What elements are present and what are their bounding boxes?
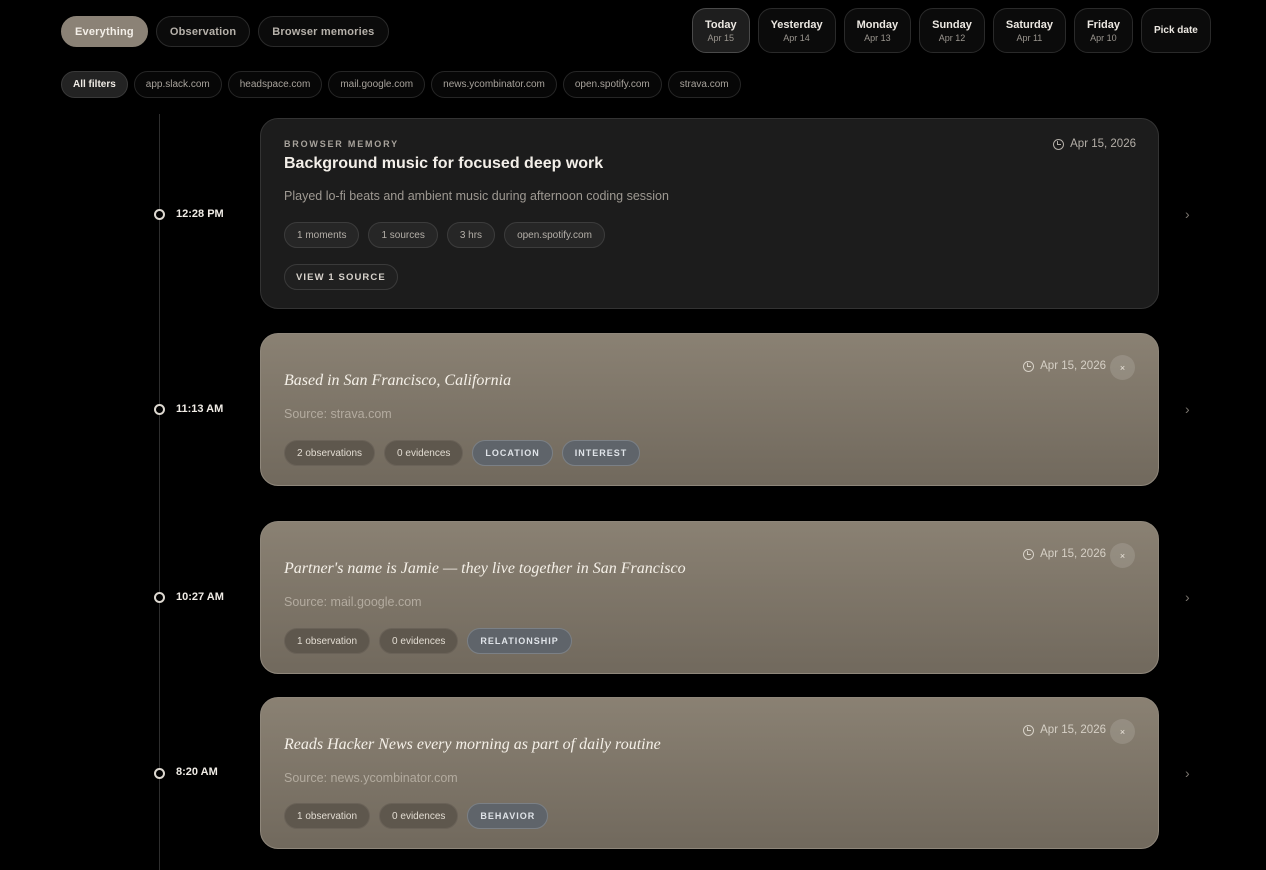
date-tab-day: Friday — [1086, 18, 1120, 31]
chip-domain: open.spotify.com — [504, 222, 605, 248]
filter-hacker-news[interactable]: news.ycombinator.com — [431, 71, 557, 98]
date-tab-date: Apr 12 — [938, 32, 966, 43]
card-title: Partner's name is Jamie — they live toge… — [284, 560, 686, 577]
date-tab-day: Saturday — [1005, 18, 1053, 31]
close-icon[interactable]: × — [1110, 719, 1135, 744]
card-date-text: Apr 15, 2026 — [1040, 548, 1106, 560]
clock-icon — [1023, 724, 1035, 736]
date-tab-day: Yesterday — [770, 18, 823, 31]
card-date: Apr 15, 2026 — [1023, 360, 1106, 372]
chip-evidences: 0 evidences — [379, 628, 459, 654]
filter-all[interactable]: All filters — [61, 71, 128, 98]
tab-browser-memories[interactable]: Browser memories — [258, 16, 389, 47]
date-tab-today[interactable]: Today Apr 15 — [692, 8, 750, 53]
domain-filters: All filters app.slack.com headspace.com … — [61, 71, 741, 98]
chip-observations: 2 observations — [284, 440, 376, 466]
date-tabs: Today Apr 15 Yesterday Apr 14 Monday Apr… — [692, 8, 1211, 53]
chip-sources: 1 sources — [368, 222, 438, 248]
observation-card[interactable]: Apr 15, 2026 × Partner's name is Jamie —… — [260, 521, 1159, 674]
chevron-right-icon[interactable]: › — [1185, 206, 1190, 222]
clock-icon — [1023, 548, 1035, 560]
card-title: Reads Hacker News every morning as part … — [284, 736, 661, 753]
card-eyebrow: BROWSER MEMORY — [284, 139, 399, 149]
date-tab-sunday[interactable]: Sunday Apr 12 — [919, 8, 985, 53]
timeline-time: 8:20 AM — [176, 766, 218, 778]
card-date-text: Apr 15, 2026 — [1040, 724, 1106, 736]
date-tab-day: Today — [705, 18, 737, 31]
card-chips: 1 moments 1 sources 3 hrs open.spotify.c… — [284, 222, 605, 248]
date-tab-date: Apr 14 — [783, 32, 810, 43]
timeline-node — [154, 592, 165, 603]
card-source: Source: strava.com — [284, 407, 392, 421]
timeline-node — [154, 768, 165, 779]
filter-slack[interactable]: app.slack.com — [133, 71, 222, 98]
timeline-time: 11:13 AM — [176, 403, 224, 415]
card-source: Source: mail.google.com — [284, 595, 422, 609]
tab-everything[interactable]: Everything — [61, 16, 148, 47]
view-sources-button[interactable]: VIEW 1 SOURCE — [284, 264, 398, 290]
memory-card[interactable]: BROWSER MEMORY Background music for focu… — [260, 118, 1159, 309]
chip-duration: 3 hrs — [446, 222, 496, 248]
filter-gmail[interactable]: mail.google.com — [328, 71, 426, 98]
card-date-text: Apr 15, 2026 — [1070, 138, 1136, 150]
card-date-text: Apr 15, 2026 — [1040, 360, 1106, 372]
date-tab-date: Apr 11 — [1016, 32, 1043, 43]
filter-spotify[interactable]: open.spotify.com — [562, 71, 662, 98]
date-tab-day: Monday — [856, 18, 899, 31]
timeline-node — [154, 404, 165, 415]
chevron-right-icon[interactable]: › — [1185, 401, 1190, 417]
card-chips: 2 observations 0 evidences LOCATION INTE… — [284, 440, 641, 466]
chip-evidences: 0 evidences — [379, 803, 459, 829]
card-description: Played lo-fi beats and ambient music dur… — [284, 189, 669, 203]
pick-date-button[interactable]: Pick date — [1140, 8, 1211, 53]
date-tab-day: Sunday — [932, 18, 972, 31]
close-icon[interactable]: × — [1110, 355, 1135, 380]
tag-location[interactable]: LOCATION — [472, 440, 553, 466]
date-tab-date: Apr 13 — [864, 32, 891, 43]
card-chips: 1 observation 0 evidences BEHAVIOR — [284, 803, 549, 829]
date-tab-friday[interactable]: Friday Apr 10 — [1073, 8, 1133, 53]
date-tab-yesterday[interactable]: Yesterday Apr 14 — [757, 8, 836, 53]
clock-icon — [1053, 138, 1065, 150]
card-date: Apr 15, 2026 — [1053, 138, 1136, 150]
card-date: Apr 15, 2026 — [1023, 724, 1106, 736]
filter-headspace[interactable]: headspace.com — [227, 71, 323, 98]
timeline-time: 10:27 AM — [176, 591, 224, 603]
observation-card[interactable]: Apr 15, 2026 × Based in San Francisco, C… — [260, 333, 1159, 486]
timeline-line — [159, 114, 160, 870]
chip-observations: 1 observation — [284, 628, 371, 654]
chip-moments: 1 moments — [284, 222, 360, 248]
pick-date-label: Pick date — [1153, 24, 1198, 36]
clock-icon — [1023, 360, 1035, 372]
timeline-time: 12:28 PM — [176, 208, 224, 220]
date-tab-date: Apr 10 — [1090, 32, 1117, 43]
date-tab-saturday[interactable]: Saturday Apr 11 — [992, 8, 1066, 53]
chip-observations: 1 observation — [284, 803, 371, 829]
date-tab-monday[interactable]: Monday Apr 13 — [843, 8, 912, 53]
tab-observation[interactable]: Observation — [155, 16, 251, 47]
date-tab-date: Apr 15 — [707, 32, 735, 43]
card-title: Based in San Francisco, California — [284, 372, 512, 389]
card-source: Source: news.ycombinator.com — [284, 771, 458, 785]
tag-interest[interactable]: INTEREST — [561, 440, 641, 466]
chevron-right-icon[interactable]: › — [1185, 765, 1190, 781]
observation-card[interactable]: Apr 15, 2026 × Reads Hacker News every m… — [260, 697, 1159, 849]
filter-strava[interactable]: strava.com — [667, 71, 741, 98]
card-date: Apr 15, 2026 — [1023, 548, 1106, 560]
tag-behavior[interactable]: BEHAVIOR — [467, 803, 549, 829]
card-chips: 1 observation 0 evidences RELATIONSHIP — [284, 628, 572, 654]
tag-relationship[interactable]: RELATIONSHIP — [467, 628, 572, 654]
type-tabs: Everything Observation Browser memories — [61, 16, 389, 47]
card-title: Background music for focused deep work — [284, 155, 604, 172]
close-icon[interactable]: × — [1110, 543, 1135, 568]
chip-evidences: 0 evidences — [384, 440, 464, 466]
timeline-node — [154, 209, 165, 220]
chevron-right-icon[interactable]: › — [1185, 589, 1190, 605]
